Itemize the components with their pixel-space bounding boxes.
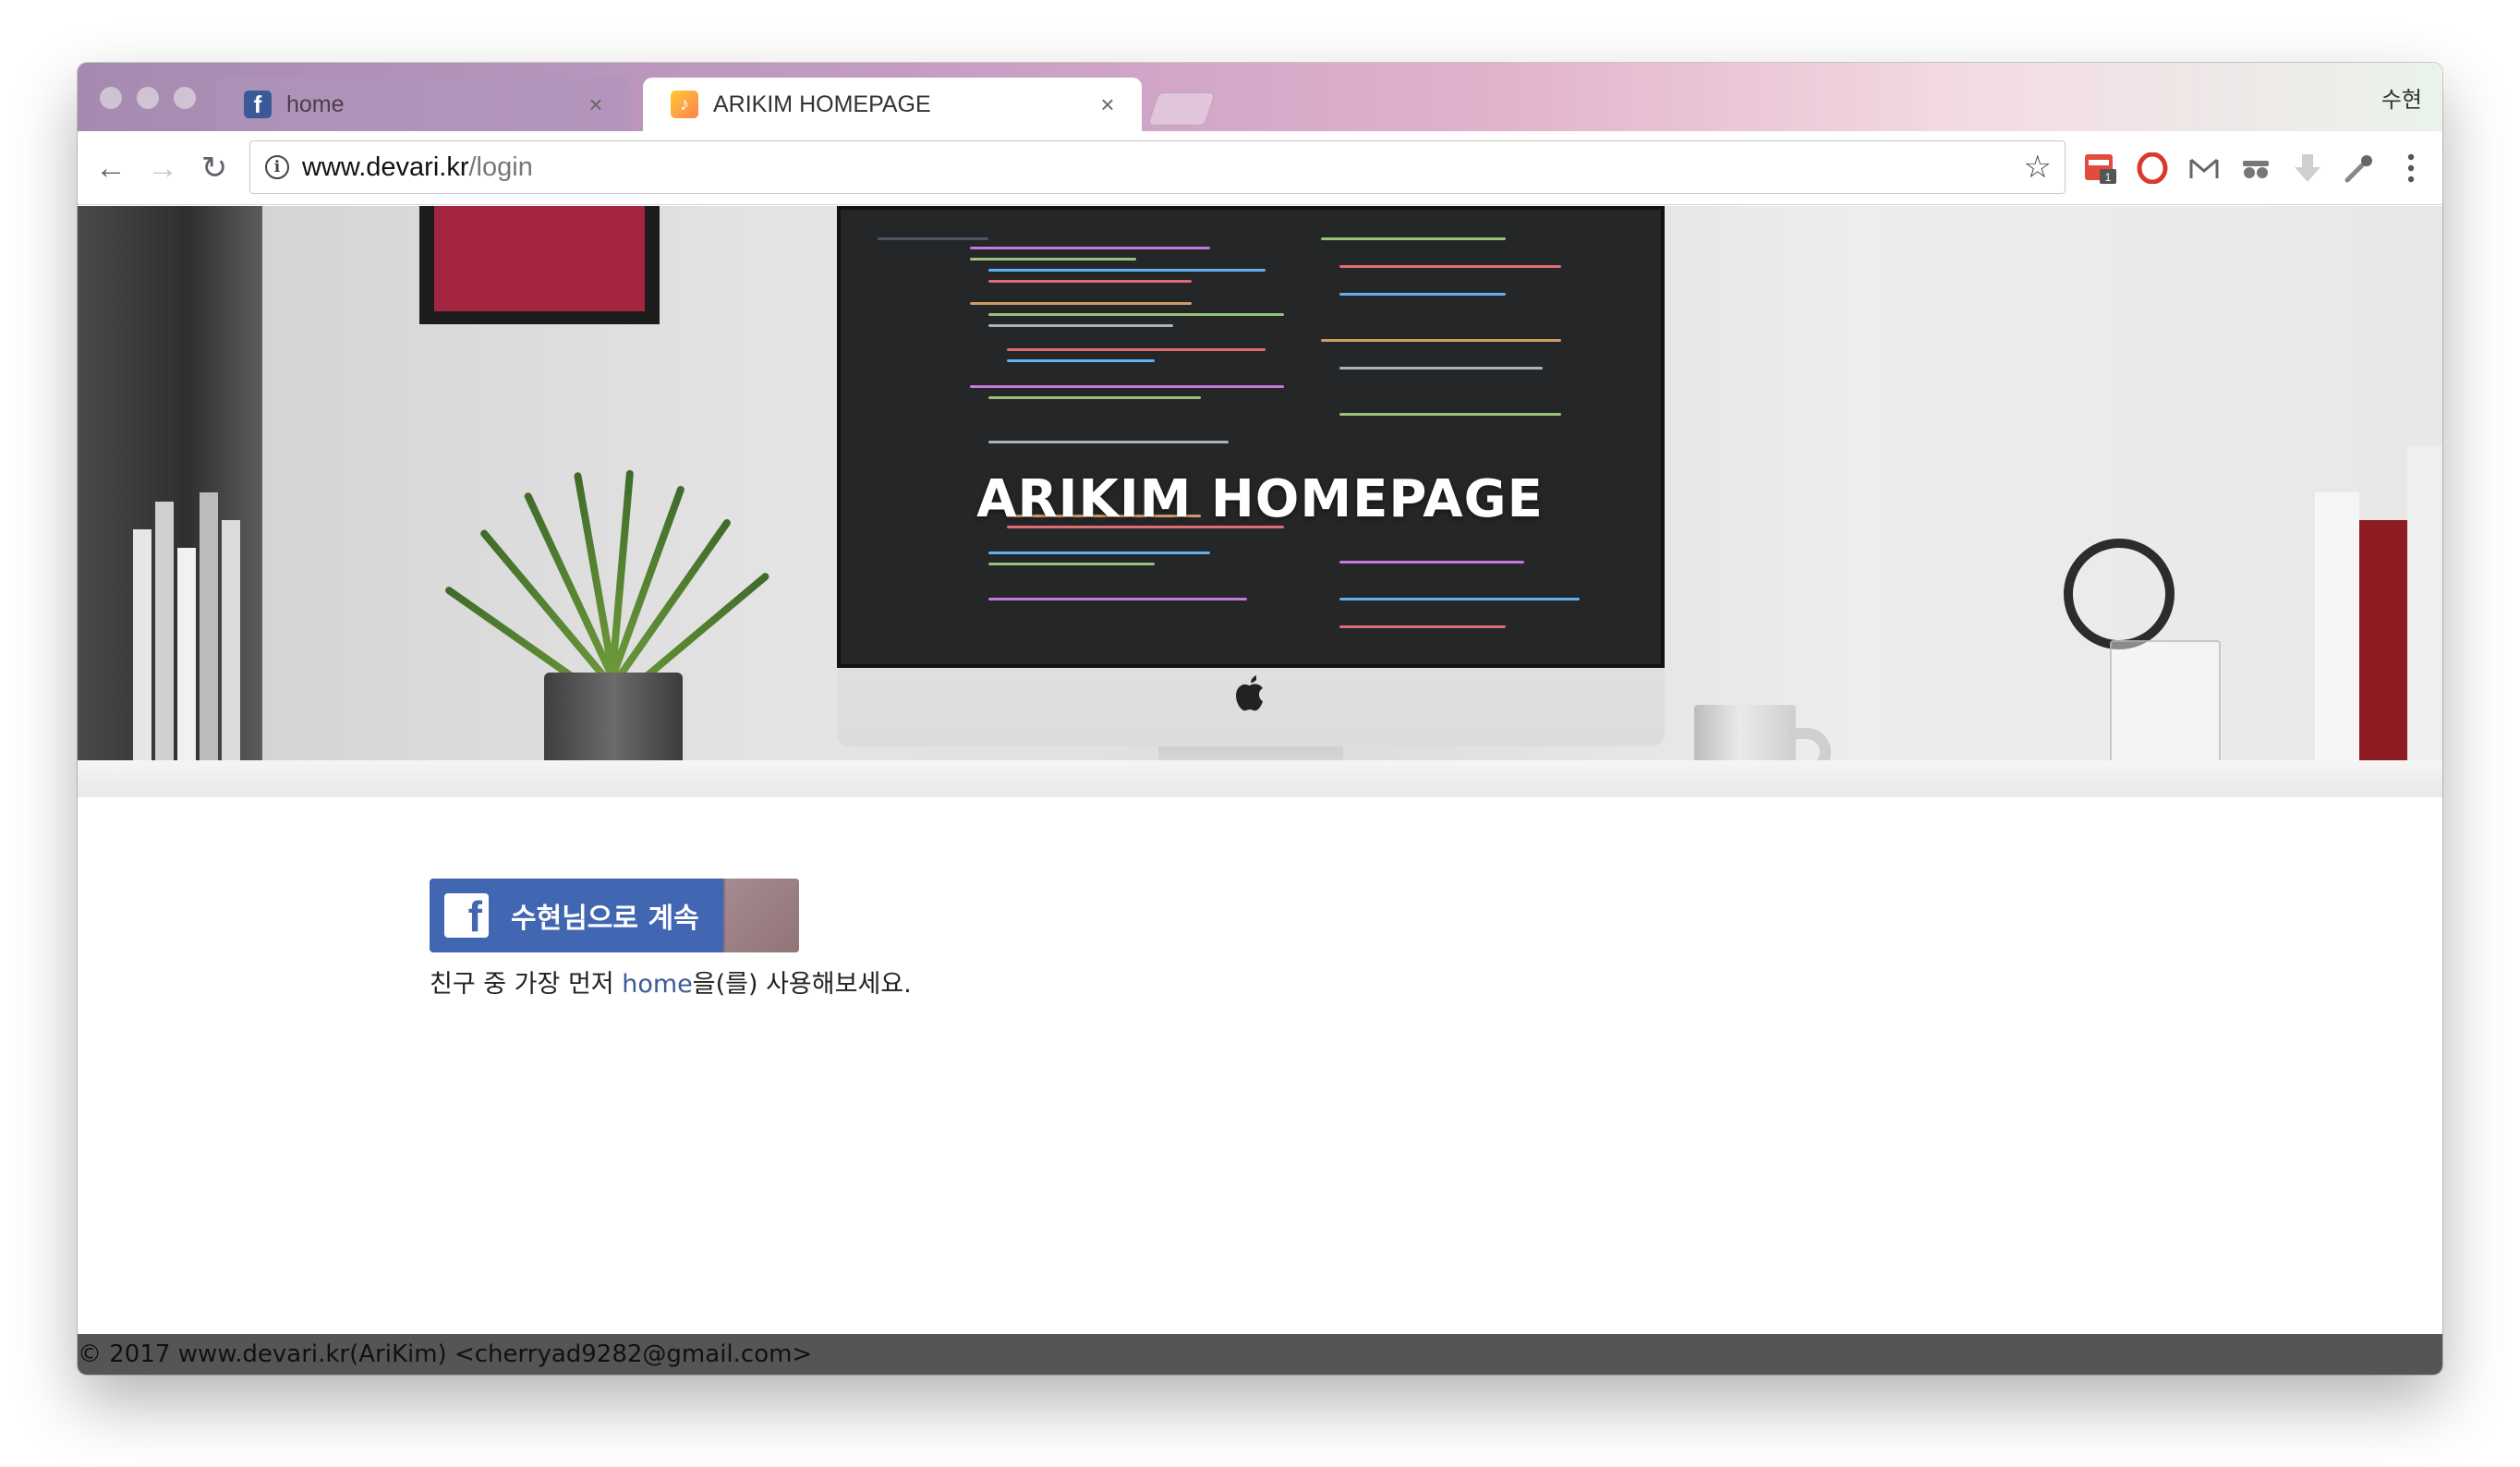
friends-prefix: 친구 중 가장 먼저 [430, 970, 623, 999]
book [2359, 520, 2407, 797]
apple-logo-icon [1232, 673, 1267, 722]
tab-arikim-homepage[interactable]: ♪ ARIKIM HOMEPAGE × [643, 78, 1142, 131]
page-footer: © 2017 www.devari.kr(AriKim) <cherryad92… [78, 1334, 2442, 1375]
tab-home[interactable]: f home × [216, 78, 630, 131]
forward-arrow-icon[interactable]: → [140, 146, 185, 190]
bookmark-star-icon[interactable]: ☆ [2024, 149, 2052, 186]
facebook-icon: f [244, 91, 272, 118]
mail-extension-icon[interactable] [2186, 150, 2223, 187]
address-bar[interactable]: i www.devari.kr/login ☆ [249, 140, 2066, 194]
footer-copyright: © 2017 www.devari.kr(AriKim) <cherryad92… [78, 1340, 813, 1368]
code-screen [837, 206, 1665, 668]
app-link[interactable]: home [622, 970, 693, 999]
scissors [2064, 539, 2175, 649]
new-tab-button[interactable] [1147, 92, 1216, 126]
minimize-window-button[interactable] [137, 87, 159, 109]
url-host: www.devari.kr [302, 152, 469, 182]
page-viewport: ARIKIM HOMEPAGE f 수현님으로 계속 친구 중 가장 먼저 ho… [78, 206, 2442, 1375]
maximize-window-button[interactable] [174, 87, 196, 109]
profile-name[interactable]: 수현 [2381, 81, 2422, 114]
facebook-continue-button[interactable]: f 수현님으로 계속 [430, 879, 799, 952]
desk-surface [78, 760, 2442, 797]
close-icon[interactable]: × [1094, 91, 1121, 119]
browser-window: f home × ♪ ARIKIM HOMEPAGE × 수현 ← → ↻ i … [78, 63, 2442, 1375]
incognito-extension-icon[interactable] [2237, 150, 2274, 187]
info-icon[interactable]: i [265, 155, 289, 179]
friends-suffix: 을(를) 사용해보세요. [692, 970, 912, 999]
download-extension-icon[interactable] [2289, 150, 2326, 187]
facebook-button-label: 수현님으로 계속 [511, 903, 699, 935]
opera-extension-icon[interactable] [2134, 150, 2171, 187]
hero-banner: ARIKIM HOMEPAGE [78, 206, 2442, 797]
music-note-icon: ♪ [671, 91, 698, 118]
avatar [723, 879, 799, 952]
tab-title: ARIKIM HOMEPAGE [713, 91, 931, 117]
reload-icon[interactable]: ↻ [192, 146, 236, 190]
hero-title: ARIKIM HOMEPAGE [976, 469, 1544, 529]
book [2315, 492, 2359, 797]
close-window-button[interactable] [100, 87, 122, 109]
url-text[interactable]: www.devari.kr/login [302, 152, 533, 183]
friends-message: 친구 중 가장 먼저 home을(를) 사용해보세요. [430, 964, 912, 1000]
url-path: /login [468, 152, 533, 182]
tab-title: home [286, 91, 345, 117]
calendar-extension-icon[interactable]: 1 [2082, 150, 2119, 187]
tab-strip: f home × ♪ ARIKIM HOMEPAGE × 수현 [78, 63, 2442, 131]
eyedropper-extension-icon[interactable] [2341, 150, 2378, 187]
svg-text:1: 1 [2105, 171, 2112, 184]
back-arrow-icon[interactable]: ← [89, 146, 133, 190]
facebook-icon: f [444, 893, 489, 938]
book [2276, 520, 2315, 797]
wall-frame [419, 206, 660, 324]
browser-toolbar: ← → ↻ i www.devari.kr/login ☆ 1 [78, 131, 2442, 205]
menu-dots-icon[interactable] [2393, 150, 2429, 187]
close-icon[interactable]: × [582, 91, 610, 119]
